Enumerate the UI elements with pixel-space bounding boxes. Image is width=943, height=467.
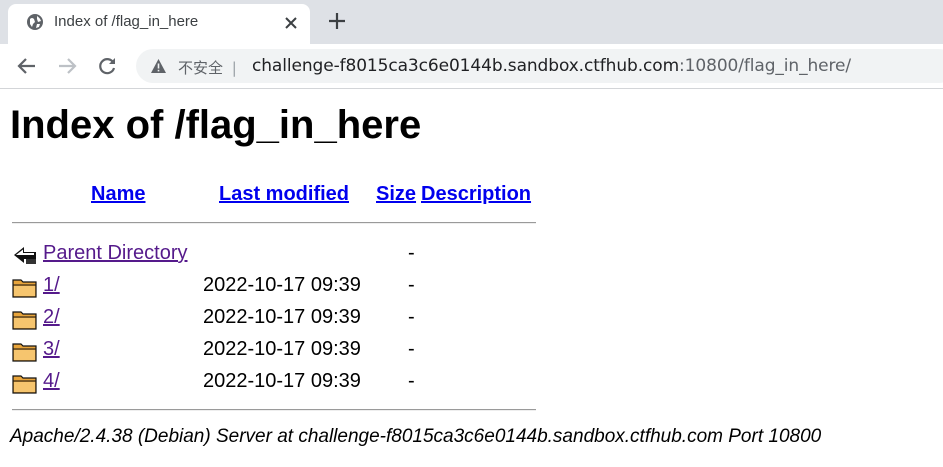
plus-icon[interactable]: [328, 12, 346, 30]
browser-toolbar: 不安全 | challenge-f8015ca3c6e0144b.sandbox…: [0, 44, 943, 89]
security-status: 不安全 |: [178, 57, 237, 78]
forward-arrow-icon[interactable]: [56, 55, 78, 77]
row-size: -: [408, 370, 415, 392]
row-name-link[interactable]: 2/: [43, 306, 60, 329]
page-title: Index of /flag_in_here: [10, 103, 422, 147]
folder-icon: [12, 343, 37, 362]
row-name-link[interactable]: 1/: [43, 274, 60, 297]
row-date: 2022-10-17 09:39: [203, 306, 361, 328]
insecure-label: 不安全: [178, 59, 224, 77]
row-size: -: [408, 338, 415, 360]
tab-title: Index of /flag_in_here: [54, 13, 199, 30]
row-date: 2022-10-17 09:39: [203, 338, 361, 360]
reload-icon[interactable]: [96, 55, 118, 77]
row-date: 2022-10-17 09:39: [203, 370, 361, 392]
folder-icon: [12, 311, 37, 330]
parent-directory-icon: [14, 247, 36, 264]
warning-icon[interactable]: [150, 58, 167, 74]
column-header-size[interactable]: Size: [376, 183, 416, 206]
table-row: 2/ 2022-10-17 09:39 -: [12, 305, 542, 333]
url-text[interactable]: challenge-f8015ca3c6e0144b.sandbox.ctfhu…: [252, 56, 851, 76]
close-icon[interactable]: [284, 16, 298, 30]
footer-divider: [12, 409, 536, 411]
page-content: Index of /flag_in_here Name Last modifie…: [0, 89, 943, 467]
table-row: 3/ 2022-10-17 09:39 -: [12, 337, 542, 365]
row-name-link[interactable]: 3/: [43, 338, 60, 361]
row-name-link[interactable]: 4/: [43, 370, 60, 393]
folder-icon: [12, 279, 37, 298]
url-host: challenge-f8015ca3c6e0144b.sandbox.ctfhu…: [252, 56, 680, 76]
column-header-description[interactable]: Description: [421, 183, 531, 206]
url-path: :10800/flag_in_here/: [679, 56, 852, 76]
globe-icon: [27, 14, 43, 30]
tab-strip: Index of /flag_in_here: [0, 0, 943, 44]
server-signature: Apache/2.4.38 (Debian) Server at challen…: [10, 426, 822, 447]
address-bar[interactable]: 不安全 | challenge-f8015ca3c6e0144b.sandbox…: [136, 49, 943, 83]
folder-icon: [12, 375, 37, 394]
column-header-last-modified[interactable]: Last modified: [219, 183, 349, 206]
row-size: -: [408, 306, 415, 328]
row-date: 2022-10-17 09:39: [203, 274, 361, 296]
url-separator: |: [231, 59, 237, 77]
column-header-name[interactable]: Name: [91, 183, 145, 206]
row-size: -: [408, 242, 415, 264]
table-row: 1/ 2022-10-17 09:39 -: [12, 273, 542, 301]
header-divider: [12, 222, 536, 224]
browser-tab[interactable]: Index of /flag_in_here: [8, 4, 310, 44]
table-row: 4/ 2022-10-17 09:39 -: [12, 369, 542, 397]
back-arrow-icon[interactable]: [16, 55, 38, 77]
row-name-link[interactable]: Parent Directory: [43, 242, 188, 265]
row-size: -: [408, 274, 415, 296]
table-row: Parent Directory -: [12, 241, 542, 269]
